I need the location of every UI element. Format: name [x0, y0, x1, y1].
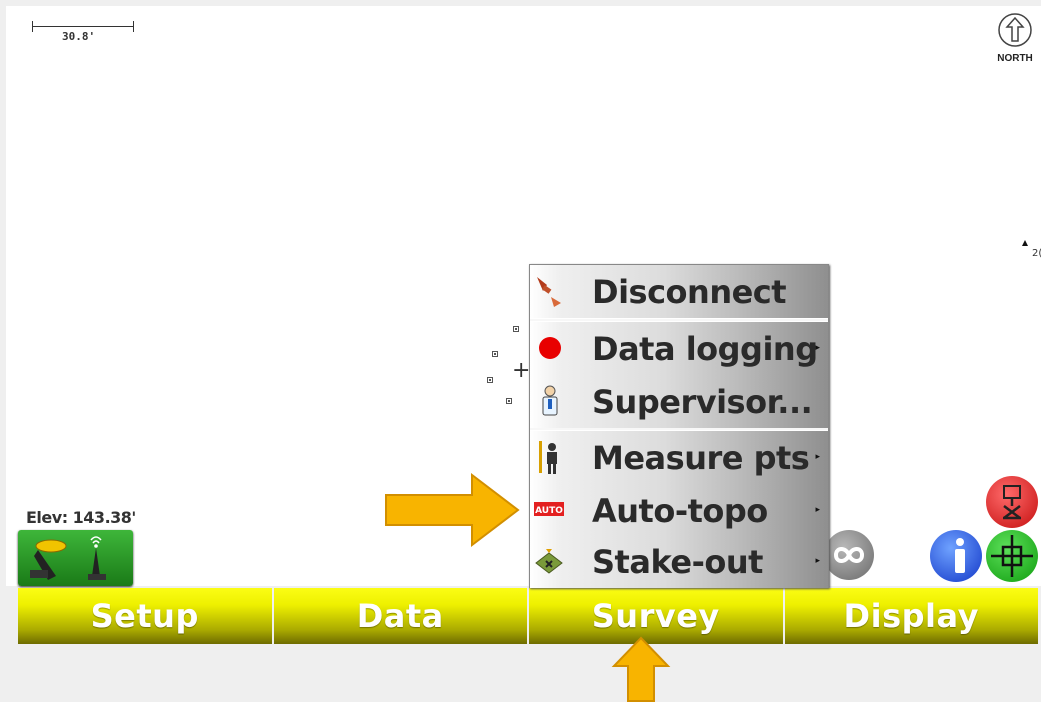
annotation-arrow-right-icon	[385, 473, 520, 547]
menu-item-label: Disconnect	[592, 273, 787, 311]
map-canvas[interactable]: 30.8' NORTH 2( + Elev: 143.38'	[6, 6, 1041, 586]
infinity-button[interactable]	[824, 530, 874, 580]
crosshair-target-icon	[991, 535, 1033, 577]
submenu-arrow-icon: ▸	[815, 343, 820, 353]
menu-item-label: Auto-topo	[592, 492, 768, 530]
survey-menu: Disconnect Data logging ▸ Supervisor... …	[529, 264, 829, 588]
scale-bar: 30.8'	[28, 20, 138, 43]
menu-item-label: Data logging	[592, 330, 818, 368]
main-tab-bar: Setup Data Survey Display	[18, 588, 1038, 644]
north-label: NORTH	[997, 53, 1033, 64]
info-icon	[955, 538, 965, 573]
menu-item-label: Measure pts	[592, 439, 810, 477]
stakeout-red-icon	[1003, 485, 1021, 520]
stakeout-icon	[535, 549, 563, 574]
north-indicator: NORTH	[987, 12, 1041, 78]
gnss-receiver-icon	[30, 536, 106, 580]
scale-label: 30.8'	[62, 30, 96, 43]
menu-item-label: Supervisor...	[592, 383, 813, 421]
menu-item-disconnect[interactable]: Disconnect	[530, 265, 828, 318]
tab-setup[interactable]: Setup	[18, 588, 272, 644]
svg-text:AUTO: AUTO	[535, 506, 563, 516]
supervisor-person-icon	[542, 385, 558, 416]
stakeout-red-button[interactable]	[986, 476, 1038, 528]
annotation-arrow-up-icon	[611, 636, 671, 702]
submenu-arrow-icon: ▸	[815, 556, 820, 566]
target-button[interactable]	[986, 530, 1038, 582]
menu-item-label: Stake-out	[592, 543, 763, 581]
infinity-icon	[833, 547, 865, 563]
menu-item-auto-topo[interactable]: AUTO Auto-topo ▸	[530, 484, 828, 537]
menu-item-stake-out[interactable]: Stake-out ▸	[530, 535, 828, 588]
cursor-crosshair: +	[512, 358, 531, 383]
connection-status-button[interactable]	[18, 530, 133, 586]
tab-display[interactable]: Display	[784, 588, 1038, 644]
disconnect-plug-icon	[537, 277, 561, 307]
menu-item-supervisor[interactable]: Supervisor...	[530, 375, 828, 428]
auto-badge-icon: AUTO	[534, 502, 564, 516]
elevation-readout: Elev: 143.38'	[26, 508, 136, 527]
tab-data[interactable]: Data	[273, 588, 527, 644]
menu-item-measure-pts[interactable]: Measure pts ▸	[530, 431, 828, 484]
submenu-arrow-icon: ▸	[815, 505, 820, 515]
map-point-label: 2(	[1032, 248, 1041, 259]
north-arrow-icon	[998, 13, 1032, 47]
submenu-arrow-icon: ▸	[815, 452, 820, 462]
info-button[interactable]	[930, 530, 982, 582]
record-dot-icon	[539, 337, 561, 359]
menu-item-data-logging[interactable]: Data logging ▸	[530, 322, 828, 375]
surveyor-pole-icon	[539, 441, 557, 474]
